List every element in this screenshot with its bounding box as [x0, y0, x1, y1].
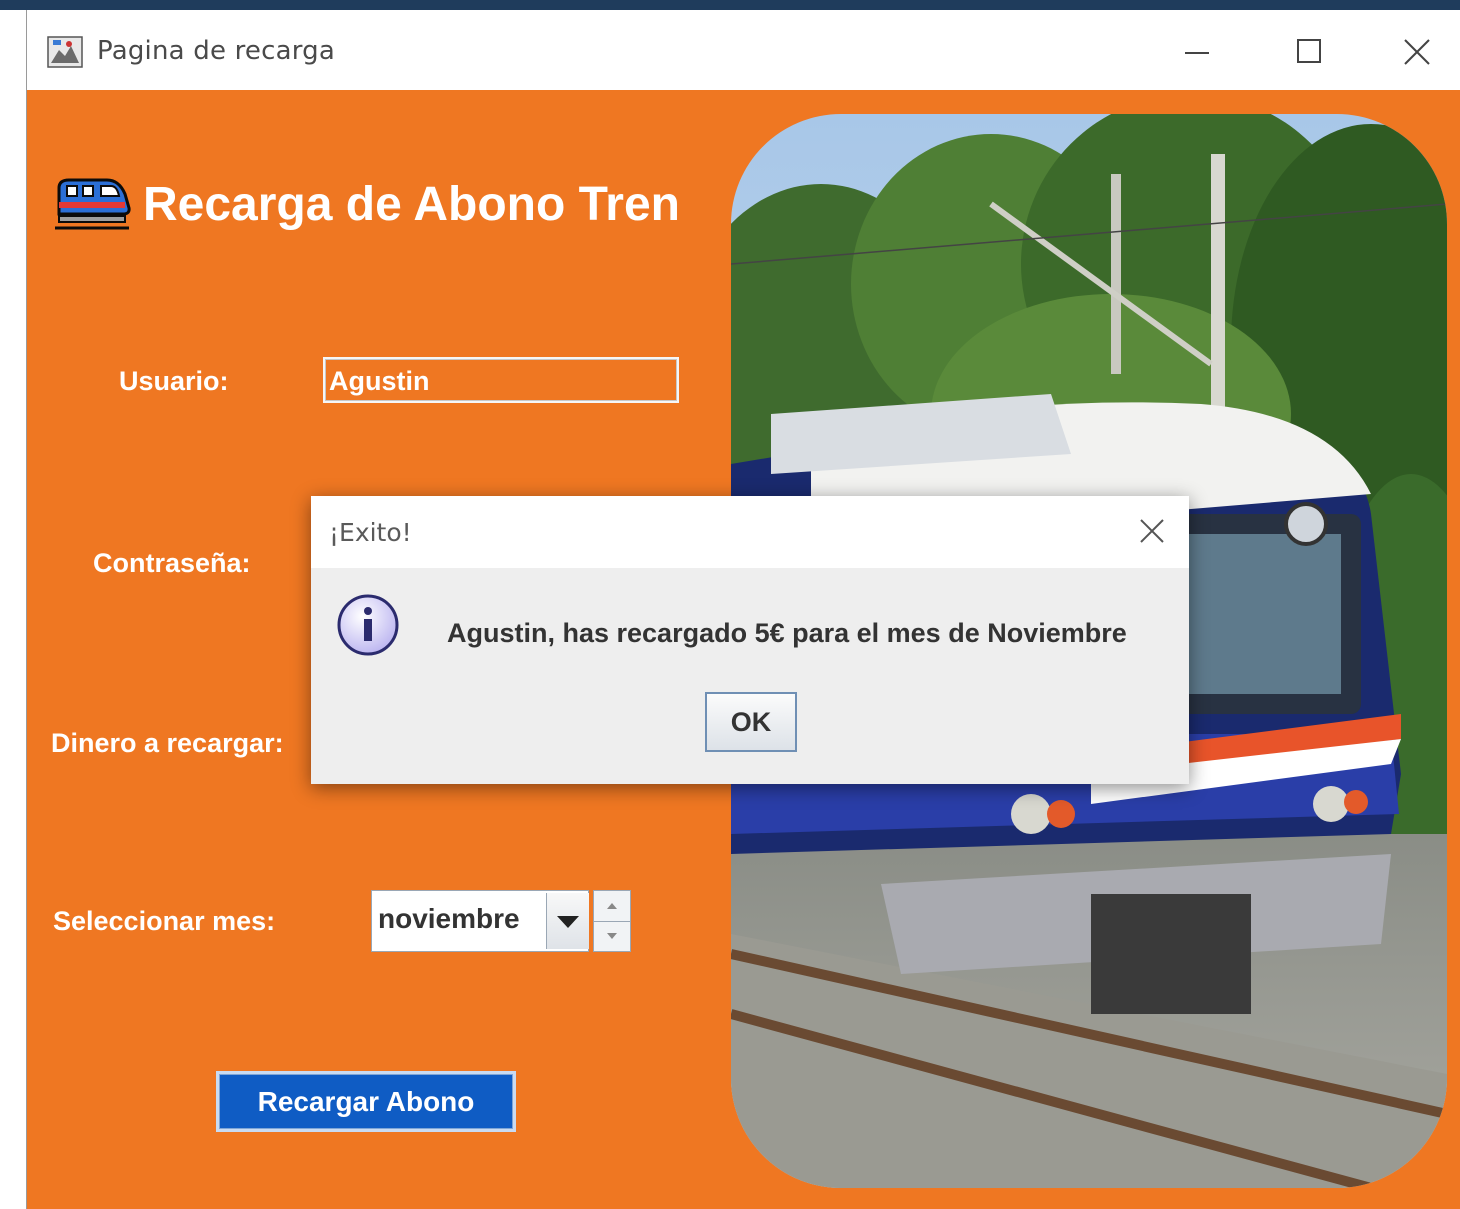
dialog-title: ¡Exito! — [329, 518, 412, 547]
money-label: Dinero a recargar: — [51, 728, 284, 758]
close-icon[interactable] — [1397, 32, 1437, 72]
month-label: Seleccionar mes: — [53, 906, 276, 936]
ok-button[interactable]: OK — [705, 692, 797, 752]
month-select[interactable]: noviembre — [371, 890, 589, 952]
title-bar: Pagina de recarga — [27, 10, 1460, 90]
spinner-down[interactable] — [594, 922, 630, 952]
chevron-down-icon — [557, 916, 579, 928]
java-app-icon — [47, 36, 83, 68]
success-dialog: ¡Exito! Agustin, has recargado 5€ para e… — [311, 496, 1189, 784]
dialog-message: Agustin, has recargado 5€ para el mes de… — [447, 618, 1127, 648]
page-heading: Recarga de Abono Tren — [53, 168, 680, 240]
month-select-value: noviembre — [378, 903, 520, 934]
app-window: Pagina de recarga Recarga de Abono Tren … — [26, 10, 1460, 1209]
close-icon[interactable] — [1137, 516, 1167, 546]
dropdown-arrow[interactable] — [546, 893, 589, 949]
spinner-up[interactable] — [594, 891, 630, 922]
info-icon — [337, 594, 399, 656]
user-field[interactable]: Agustin — [323, 357, 679, 403]
recharge-button[interactable]: Recargar Abono — [216, 1071, 516, 1132]
window-title: Pagina de recarga — [97, 36, 336, 66]
dialog-title-bar: ¡Exito! — [311, 496, 1189, 568]
desktop-strip — [0, 0, 1460, 10]
user-label: Usuario: — [119, 366, 229, 396]
month-spinner[interactable] — [593, 890, 631, 952]
minimize-icon[interactable] — [1177, 32, 1217, 72]
arrow-up-icon — [607, 903, 617, 909]
password-label: Contraseña: — [93, 548, 251, 578]
page-title: Recarga de Abono Tren — [143, 177, 680, 231]
arrow-down-icon — [607, 933, 617, 939]
train-icon — [55, 178, 131, 230]
maximize-icon[interactable] — [1289, 32, 1329, 72]
